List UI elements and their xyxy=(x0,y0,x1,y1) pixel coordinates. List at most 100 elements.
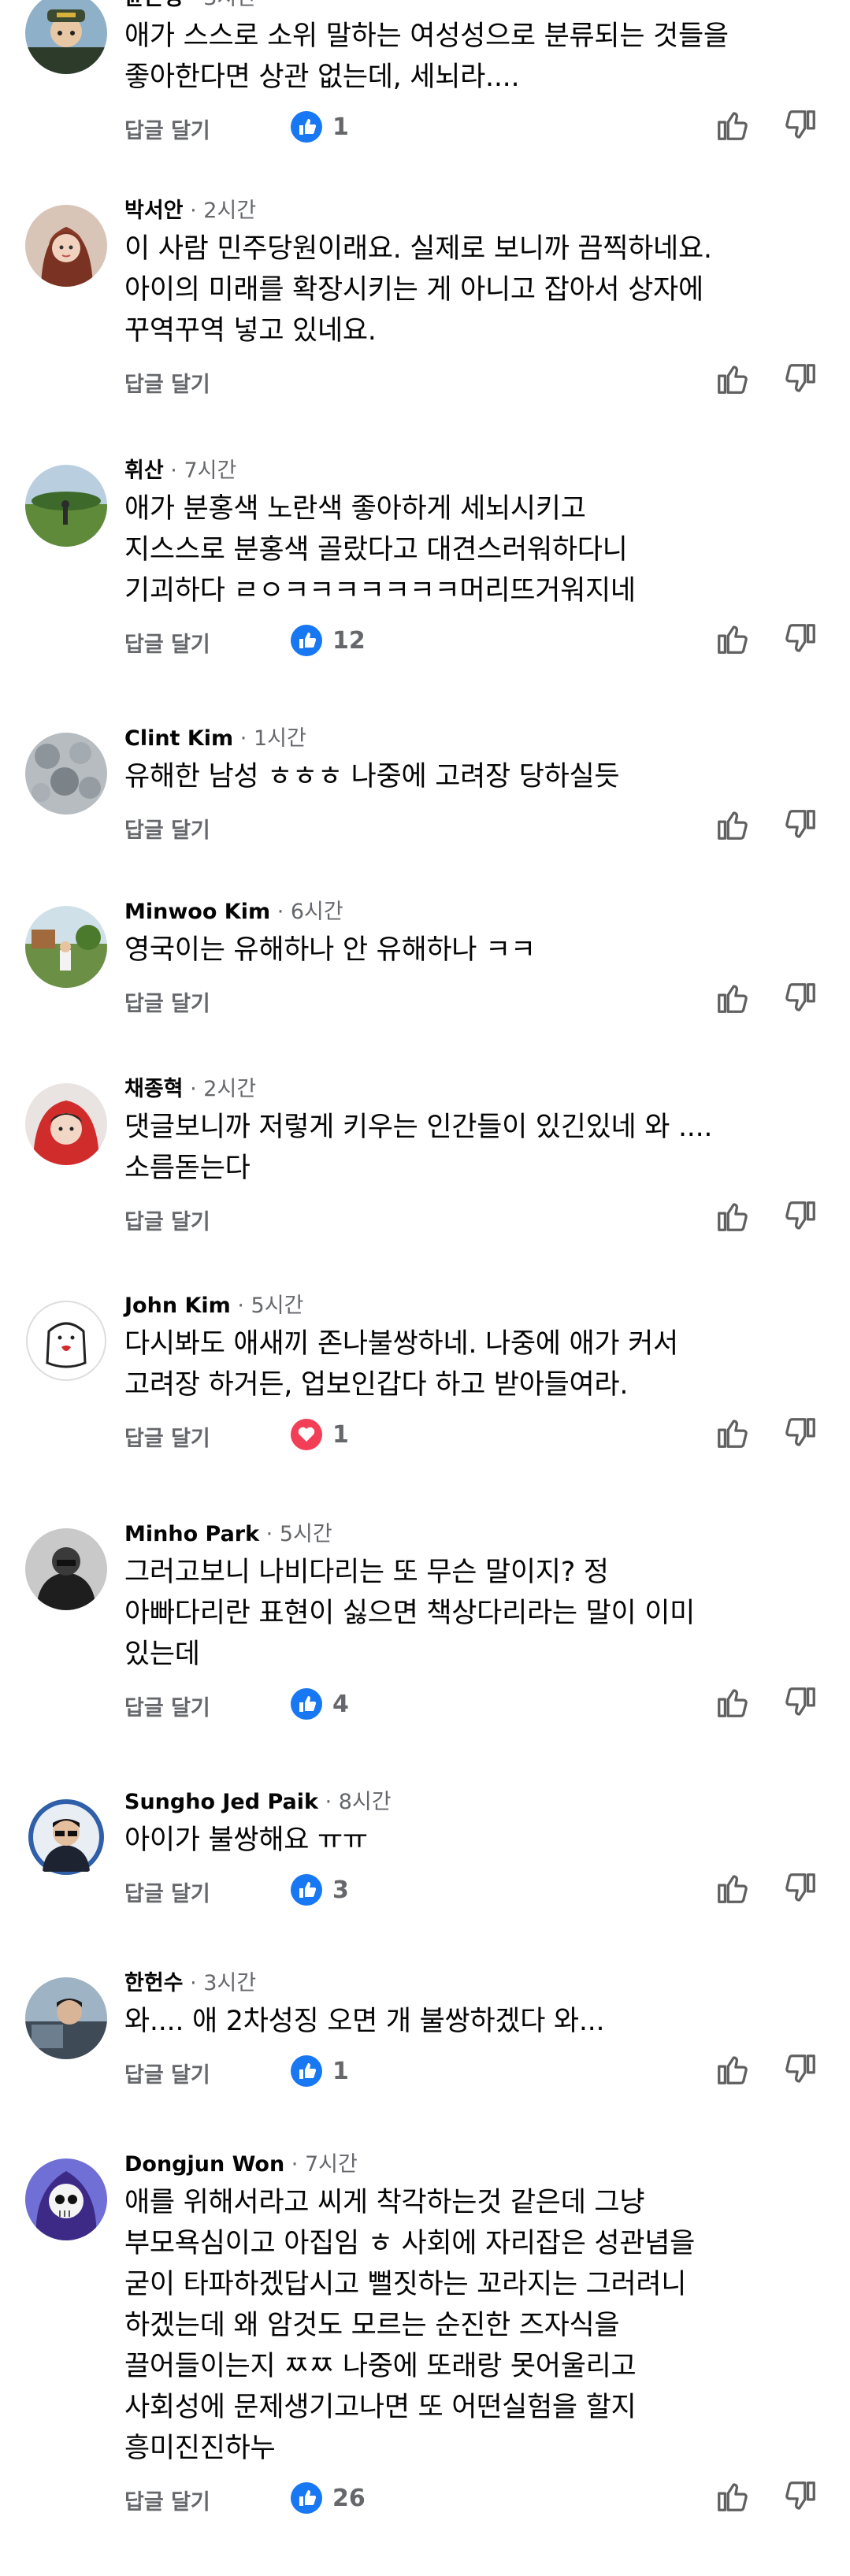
timestamp: 5시간 xyxy=(251,1294,304,1318)
author-name[interactable]: John Kim xyxy=(124,1294,231,1318)
reply-button[interactable]: 답글 달기 xyxy=(124,1691,210,1721)
like-reaction-icon xyxy=(290,1873,323,1906)
comment-item: Dongjun Won · 7시간 애를 위해서라고 씨게 착각하는것 같은데 … xyxy=(0,2147,850,2524)
avatar[interactable] xyxy=(25,1977,107,2059)
reply-button[interactable]: 답글 달기 xyxy=(124,1204,210,1235)
avatar[interactable] xyxy=(25,465,107,547)
author-name[interactable]: Clint Kim xyxy=(124,726,233,751)
reaction-summary[interactable]: 12 xyxy=(290,624,366,657)
thumbs-up-icon[interactable] xyxy=(715,621,751,657)
reaction-summary[interactable]: 1 xyxy=(290,110,349,143)
comment-actions: 답글 달기 4 xyxy=(124,1683,818,1730)
thumbs-down-icon[interactable] xyxy=(782,107,818,143)
comment-text: 영국이는 유해하나 안 유해하나 ㅋㅋ xyxy=(124,930,818,971)
avatar[interactable] xyxy=(25,1300,107,1382)
reply-button[interactable]: 답글 달기 xyxy=(124,1421,210,1452)
thumbs-up-icon[interactable] xyxy=(715,980,751,1016)
thumbs-down-icon[interactable] xyxy=(782,621,818,657)
author-name[interactable]: 한헌수 xyxy=(124,1971,184,1995)
author-name[interactable]: 윤돈영 xyxy=(124,0,184,10)
timestamp: 3시간 xyxy=(203,1971,257,1995)
comment-text: 이 사람 민주당원이래요. 실제로 보니까 끔찍하네요. 아이의 미래를 확장시키… xyxy=(124,228,818,351)
avatar[interactable] xyxy=(25,205,107,287)
author-name[interactable]: 휘산 xyxy=(124,458,164,483)
timestamp: 6시간 xyxy=(290,900,343,924)
thumbs-up-icon[interactable] xyxy=(715,361,751,397)
comment-meta: 윤돈영 · 3시간 xyxy=(124,0,818,16)
comment-text-line: 이 사람 민주당원이래요. 실제로 보니까 끔찍하네요. xyxy=(124,233,712,265)
author-name[interactable]: Minwoo Kim xyxy=(124,900,270,924)
thumbs-up-icon[interactable] xyxy=(715,2051,751,2088)
reply-button[interactable]: 답글 달기 xyxy=(124,627,210,658)
meta-separator: · xyxy=(265,1522,280,1546)
avatar[interactable] xyxy=(25,2158,107,2240)
comment-item: 박서안 · 2시간 이 사람 민주당원이래요. 실제로 보니까 끔찍하네요. 아이… xyxy=(0,194,850,406)
like-reaction-icon xyxy=(290,110,323,143)
reaction-summary[interactable]: 26 xyxy=(290,2481,366,2515)
comment-text-line: 굳이 타파하겠답시고 뻘짓하는 꼬라지는 그러려니 xyxy=(124,2269,687,2300)
reaction-summary[interactable]: 1 xyxy=(290,1418,349,1451)
reaction-summary[interactable]: 3 xyxy=(290,1873,349,1906)
comment-meta: 박서안 · 2시간 xyxy=(124,194,818,228)
thumbs-down-icon[interactable] xyxy=(782,1415,818,1451)
comment-text-line: 끌어들이는지 ㅉㅉ 나중에 또래랑 못어울리고 xyxy=(124,2351,637,2382)
comment-meta: Clint Kim · 1시간 xyxy=(124,722,818,756)
thumbs-down-icon[interactable] xyxy=(782,2478,818,2515)
thumbs-down-icon[interactable] xyxy=(782,2051,818,2088)
reply-button[interactable]: 답글 달기 xyxy=(124,2058,210,2088)
meta-separator: · xyxy=(325,1790,339,1814)
reaction-summary[interactable]: 1 xyxy=(290,2054,349,2088)
avatar[interactable] xyxy=(25,1083,107,1165)
avatar[interactable] xyxy=(25,1528,107,1610)
thumbs-up-icon[interactable] xyxy=(715,1684,751,1720)
comment-text-line: 있는데 xyxy=(124,1639,200,1670)
thumbs-up-icon[interactable] xyxy=(715,1415,751,1451)
avatar[interactable] xyxy=(25,733,107,815)
comment-meta: Minho Park · 5시간 xyxy=(124,1517,818,1552)
comment-text-line: 애가 분홍색 노란색 좋아하게 세뇌시키고 xyxy=(124,493,586,525)
thumbs-up-icon[interactable] xyxy=(715,2478,751,2515)
thumbs-up-icon[interactable] xyxy=(715,1870,751,1906)
comment-item: 윤돈영 · 3시간 애가 스스로 소위 말하는 여성성으로 분류되는 것들을좋아… xyxy=(0,0,850,153)
author-name[interactable]: 채종혁 xyxy=(124,1077,184,1101)
thumbs-down-icon[interactable] xyxy=(782,361,818,397)
comment-text: 유해한 남성 ㅎㅎㅎ 나중에 고려장 당하실듯 xyxy=(124,756,818,797)
reply-button[interactable]: 답글 달기 xyxy=(124,2485,210,2515)
thumbs-down-icon[interactable] xyxy=(782,980,818,1016)
thumbs-up-icon[interactable] xyxy=(715,1198,751,1234)
reply-button[interactable]: 답글 달기 xyxy=(124,113,210,144)
timestamp: 8시간 xyxy=(338,1790,392,1814)
comment-text-line: 아빠다리란 표현이 싫으면 책상다리라는 말이 이미 xyxy=(124,1598,696,1629)
comment-text: 그러고보니 나비다리는 또 무슨 말이지? 정 아빠다리란 표현이 싫으면 책상다… xyxy=(124,1552,818,1675)
meta-separator: · xyxy=(277,900,291,924)
thumbs-up-icon[interactable] xyxy=(715,807,751,843)
timestamp: 5시간 xyxy=(279,1522,332,1546)
timestamp: 2시간 xyxy=(203,199,257,223)
author-name[interactable]: Sungho Jed Paik xyxy=(124,1790,318,1814)
avatar[interactable] xyxy=(25,1796,107,1878)
reply-button[interactable]: 답글 달기 xyxy=(124,813,210,844)
thumbs-down-icon[interactable] xyxy=(782,1684,818,1720)
reply-button[interactable]: 답글 달기 xyxy=(124,1876,210,1907)
reaction-count: 1 xyxy=(332,2057,349,2085)
meta-separator: · xyxy=(190,1077,204,1101)
comment-actions: 답글 달기 1 xyxy=(124,2050,818,2097)
meta-separator: · xyxy=(291,2152,305,2177)
reply-button[interactable]: 답글 달기 xyxy=(124,986,210,1017)
avatar[interactable] xyxy=(25,906,107,988)
author-name[interactable]: 박서안 xyxy=(124,199,184,223)
meta-separator: · xyxy=(190,0,203,10)
thumbs-down-icon[interactable] xyxy=(782,1198,818,1234)
comment-item: Minwoo Kim · 6시간 영국이는 유해하나 안 유해하나 ㅋㅋ 답글 … xyxy=(0,895,850,1026)
comment-text: 댓글보니까 저렇게 키우는 인간들이 있긴있네 와 .... 소름돋는다 xyxy=(124,1107,818,1189)
reaction-summary[interactable]: 4 xyxy=(290,1687,349,1720)
avatar[interactable] xyxy=(25,0,107,74)
thumbs-up-icon[interactable] xyxy=(715,107,751,143)
reply-button[interactable]: 답글 달기 xyxy=(124,367,210,398)
author-name[interactable]: Minho Park xyxy=(124,1522,259,1546)
thumbs-down-icon[interactable] xyxy=(782,807,818,843)
author-name[interactable]: Dongjun Won xyxy=(124,2152,284,2177)
thumbs-down-icon[interactable] xyxy=(782,1870,818,1906)
reaction-count: 3 xyxy=(332,1876,349,1904)
comment-text: 애가 분홍색 노란색 좋아하게 세뇌시키고 지스스로 분홍색 골랐다고 대견스러워… xyxy=(124,488,818,611)
